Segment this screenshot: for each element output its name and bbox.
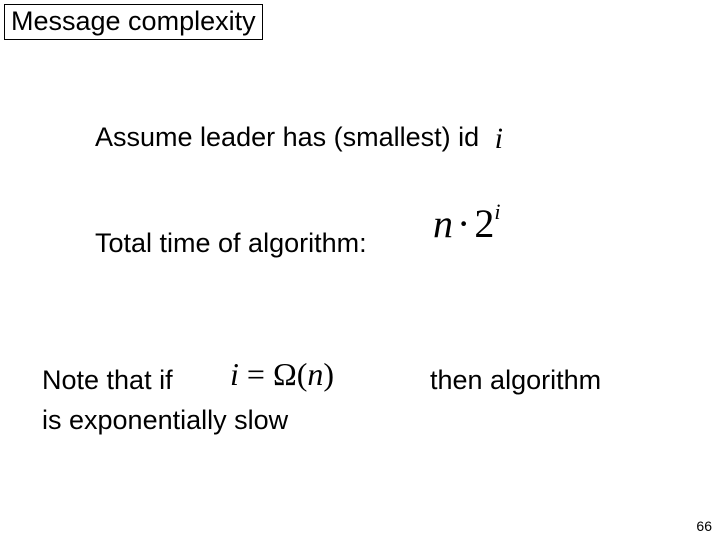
variable-i: i <box>487 122 503 155</box>
exponentially-slow: is exponentially slow <box>42 405 288 435</box>
cond-lhs: i <box>230 356 239 392</box>
formula-n: n <box>433 201 453 246</box>
then-text: then algorithm <box>430 365 601 395</box>
then-algorithm: then algorithm <box>430 365 601 396</box>
formula-base: 2 <box>474 201 494 246</box>
total-time-text: Total time of algorithm: <box>95 228 367 258</box>
page-number-value: 66 <box>696 518 712 534</box>
slide-title-box: Message complexity <box>4 4 263 40</box>
cond-close: ) <box>323 356 334 392</box>
cond-arg: n <box>307 356 323 392</box>
cond-open: ( <box>297 356 308 392</box>
formula-exp: i <box>494 199 500 224</box>
condition-formula: i = Ω(n) <box>230 356 334 393</box>
slide-title: Message complexity <box>11 6 256 36</box>
note-that-if: Note that if <box>42 365 173 395</box>
cond-eq: = <box>239 356 273 392</box>
note-line-part2: is exponentially slow <box>42 405 288 436</box>
assume-line: Assume leader has (smallest) id i <box>95 120 503 154</box>
formula-dot: · <box>453 201 474 246</box>
page-number: 66 <box>696 518 712 534</box>
note-line-part1: Note that if <box>42 365 173 396</box>
assume-text: Assume leader has (smallest) id <box>95 122 479 152</box>
total-time-line: Total time of algorithm: <box>95 228 367 259</box>
time-formula: n·2i <box>433 200 500 247</box>
cond-omega: Ω <box>273 356 297 392</box>
